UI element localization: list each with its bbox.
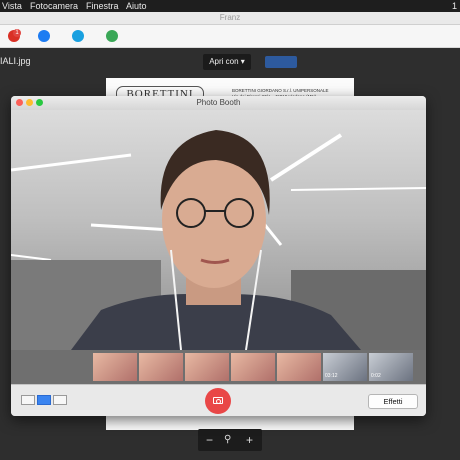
zoom-in-button[interactable]: + bbox=[246, 429, 253, 451]
franz-service-bar: 1 bbox=[0, 25, 460, 48]
ceiling-light bbox=[90, 223, 172, 232]
menu-bar: Vista Fotocamera Finestra Aiuto 1 bbox=[0, 0, 460, 12]
open-with-label: Apri con bbox=[209, 57, 239, 66]
photobooth-toolbar: Effetti bbox=[11, 384, 426, 416]
search-icon[interactable]: ⚲ bbox=[224, 429, 231, 451]
zoom-out-button[interactable]: − bbox=[206, 429, 213, 451]
messenger-icon[interactable] bbox=[38, 30, 50, 42]
filmstrip-thumbnail[interactable] bbox=[277, 353, 321, 381]
menu-vista[interactable]: Vista bbox=[2, 0, 22, 12]
filmstrip-thumbnail[interactable]: 0:02 bbox=[369, 353, 413, 381]
gmail-icon[interactable]: 1 bbox=[8, 29, 21, 42]
document-line: BORETTINI GIORDANO S.r.l. UNIPERSONALE bbox=[232, 88, 329, 93]
preview-filename: IALI.jpg bbox=[0, 56, 31, 66]
shutter-button[interactable] bbox=[205, 388, 231, 414]
menu-fotocamera[interactable]: Fotocamera bbox=[30, 0, 78, 12]
zoom-button[interactable] bbox=[36, 99, 43, 106]
ceiling-light bbox=[11, 153, 132, 172]
camera-scene bbox=[11, 130, 426, 350]
camera-icon bbox=[213, 397, 223, 404]
menu-status: 1 bbox=[452, 1, 458, 11]
effects-button[interactable]: Effetti bbox=[368, 394, 418, 409]
filmstrip-thumbnail[interactable] bbox=[139, 353, 183, 381]
filmstrip-thumbnail[interactable] bbox=[185, 353, 229, 381]
minimize-button[interactable] bbox=[26, 99, 33, 106]
close-button[interactable] bbox=[16, 99, 23, 106]
ceiling-light bbox=[11, 254, 52, 261]
photobooth-window: Photo Booth 03:12 0:02 Effetti bbox=[11, 96, 426, 416]
menu-aiuto[interactable]: Aiuto bbox=[126, 0, 147, 12]
open-with-button[interactable]: Apri con ▾ bbox=[203, 54, 251, 70]
photobooth-title: Photo Booth bbox=[11, 96, 426, 110]
filmstrip-thumbnail[interactable] bbox=[93, 353, 137, 381]
filmstrip: 03:12 0:02 bbox=[11, 350, 426, 384]
video-mode-button[interactable] bbox=[53, 395, 67, 405]
franz-window-title: Franz bbox=[0, 12, 460, 25]
skype-icon[interactable] bbox=[72, 30, 84, 42]
ceiling-light bbox=[290, 187, 426, 191]
ceiling-light bbox=[269, 133, 343, 182]
hangouts-icon[interactable] bbox=[106, 30, 118, 42]
menu-finestra[interactable]: Finestra bbox=[86, 0, 119, 12]
four-up-mode-button[interactable] bbox=[21, 395, 35, 405]
video-duration: 0:02 bbox=[371, 373, 381, 379]
zoom-controls: − ⚲ + bbox=[198, 429, 262, 451]
filmstrip-thumbnail[interactable] bbox=[231, 353, 275, 381]
video-duration: 03:12 bbox=[325, 373, 338, 379]
camera-preview bbox=[11, 110, 426, 350]
unread-badge: 1 bbox=[13, 29, 21, 37]
filmstrip-thumbnail[interactable]: 03:12 bbox=[323, 353, 367, 381]
toolbar-blue-button[interactable] bbox=[265, 56, 297, 68]
chevron-down-icon: ▾ bbox=[240, 57, 245, 66]
single-photo-mode-button[interactable] bbox=[37, 395, 51, 405]
